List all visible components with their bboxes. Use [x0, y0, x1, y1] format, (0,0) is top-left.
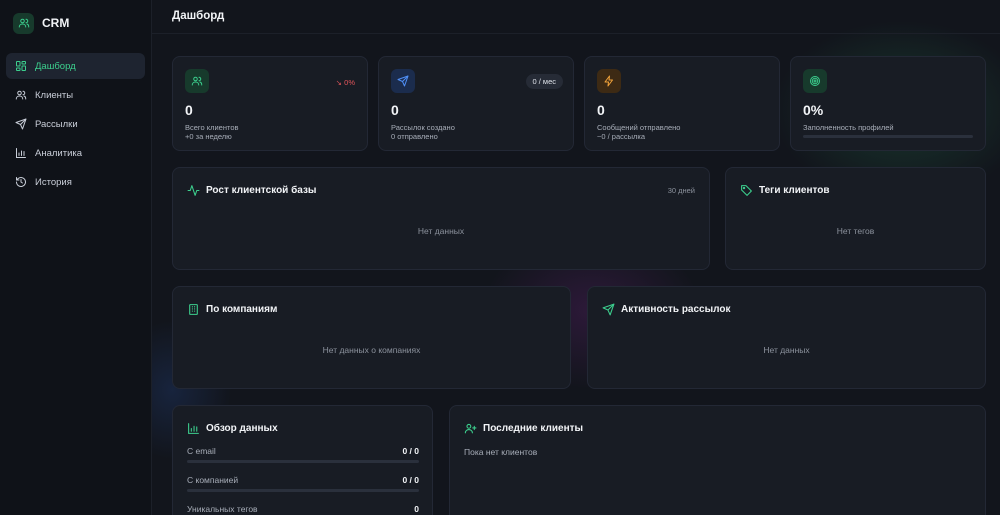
target-icon	[803, 69, 827, 93]
panel-title-text: Теги клиентов	[759, 185, 830, 196]
empty-state: Нет данных	[417, 226, 465, 236]
sidebar-item-label: Клиенты	[35, 89, 74, 101]
panel-title-text: Обзор данных	[206, 423, 278, 434]
stat-card-messages[interactable]: 0 Сообщений отправлено ~0 / рассылка	[584, 56, 780, 151]
activity-icon	[187, 184, 200, 197]
panel-title-text: Рост клиентской базы	[206, 185, 317, 196]
trend-badge: ↘ 0%	[335, 78, 355, 87]
bar-chart-icon	[187, 422, 200, 435]
users-icon	[15, 89, 27, 101]
sidebar: CRM Дашборд Клиенты Рассылки Аналитика И…	[0, 0, 152, 515]
sidebar-item-mailings[interactable]: Рассылки	[6, 111, 145, 137]
history-icon	[15, 176, 27, 188]
overview-progress-bar	[187, 489, 419, 492]
sidebar-item-label: Рассылки	[35, 118, 78, 130]
overview-value: 0 / 0	[402, 446, 419, 456]
companies-panel: По компаниям Нет данных о компаниях	[172, 286, 571, 389]
stat-card-clients[interactable]: ↘ 0% 0 Всего клиентов +0 за неделю	[172, 56, 368, 151]
topbar: Дашборд	[152, 0, 1000, 34]
send-icon	[15, 118, 27, 130]
overview-label: С email	[187, 446, 216, 456]
empty-state: Нет данных о компаниях	[322, 345, 421, 355]
panel-title: Обзор данных	[187, 422, 278, 435]
stat-card-mailings[interactable]: 0 / мес 0 Рассылок создано 0 отправлено	[378, 56, 574, 151]
empty-state: Нет данных	[763, 345, 810, 355]
panel-title-text: По компаниям	[206, 304, 278, 315]
send-icon	[602, 303, 615, 316]
sidebar-nav: Дашборд Клиенты Рассылки Аналитика Истор…	[0, 53, 151, 195]
stat-label: Сообщений отправлено	[597, 123, 681, 132]
building-icon	[187, 303, 200, 316]
overview-label: Уникальных тегов	[187, 504, 258, 514]
sidebar-item-clients[interactable]: Клиенты	[6, 82, 145, 108]
mailing-activity-panel: Активность рассылок Нет данных	[587, 286, 986, 389]
sidebar-item-analytics[interactable]: Аналитика	[6, 140, 145, 166]
stat-value: 0	[185, 102, 193, 118]
client-growth-panel: Рост клиентской базы 30 дней Нет данных	[172, 167, 710, 270]
empty-state: Пока нет клиентов	[464, 447, 538, 457]
stat-label: Заполненность профилей	[803, 123, 894, 132]
panel-title: Активность рассылок	[602, 303, 731, 316]
panel-title-text: Последние клиенты	[483, 423, 584, 434]
panel-title: По компаниям	[187, 303, 277, 316]
overview-value: 0	[414, 504, 419, 514]
stat-sub: 0 отправлено	[391, 132, 438, 141]
overview-value: 0 / 0	[402, 475, 419, 485]
main-content: Дашборд ↘ 0% 0 Всего клиентов +0 за неде…	[152, 0, 1000, 515]
empty-state: Нет тегов	[836, 226, 875, 236]
user-plus-icon	[464, 422, 477, 435]
sidebar-item-label: Аналитика	[35, 147, 83, 159]
overview-progress-bar	[187, 460, 419, 463]
stat-card-profiles[interactable]: 0% Заполненность профилей	[790, 56, 986, 151]
stat-value: 0	[597, 102, 605, 118]
panel-title: Рост клиентской базы	[187, 184, 316, 197]
brand[interactable]: CRM	[0, 0, 151, 46]
stat-sub: ~0 / рассылка	[597, 132, 646, 141]
sidebar-item-history[interactable]: История	[6, 169, 145, 195]
profile-progress-bar	[803, 135, 973, 138]
dashboard-icon	[15, 60, 27, 72]
sidebar-item-dashboard[interactable]: Дашборд	[6, 53, 145, 79]
bar-chart-icon	[15, 147, 27, 159]
period-label[interactable]: 30 дней	[668, 186, 695, 195]
stat-value: 0%	[803, 102, 824, 118]
data-overview-panel: Обзор данных С email 0 / 0 С компанией 0…	[172, 405, 433, 515]
stat-value: 0	[391, 102, 399, 118]
app-name: CRM	[42, 16, 70, 30]
client-tags-panel: Теги клиентов Нет тегов	[725, 167, 986, 270]
per-month-badge: 0 / мес	[525, 74, 563, 89]
tag-icon	[740, 184, 753, 197]
stat-sub: +0 за неделю	[185, 132, 232, 141]
stat-label: Рассылок создано	[391, 123, 455, 132]
sidebar-item-label: История	[35, 176, 72, 188]
page-title: Дашборд	[172, 10, 225, 22]
panel-title: Последние клиенты	[464, 422, 583, 435]
send-icon	[391, 69, 415, 93]
users-icon	[185, 69, 209, 93]
stat-label: Всего клиентов	[185, 123, 239, 132]
brand-logo-icon	[13, 12, 34, 34]
sidebar-item-label: Дашборд	[35, 60, 76, 72]
lightning-icon	[597, 69, 621, 93]
panel-title-text: Активность рассылок	[621, 304, 731, 315]
overview-label: С компанией	[187, 475, 239, 485]
recent-clients-panel: Последние клиенты Пока нет клиентов	[449, 405, 986, 515]
panel-title: Теги клиентов	[740, 184, 830, 197]
